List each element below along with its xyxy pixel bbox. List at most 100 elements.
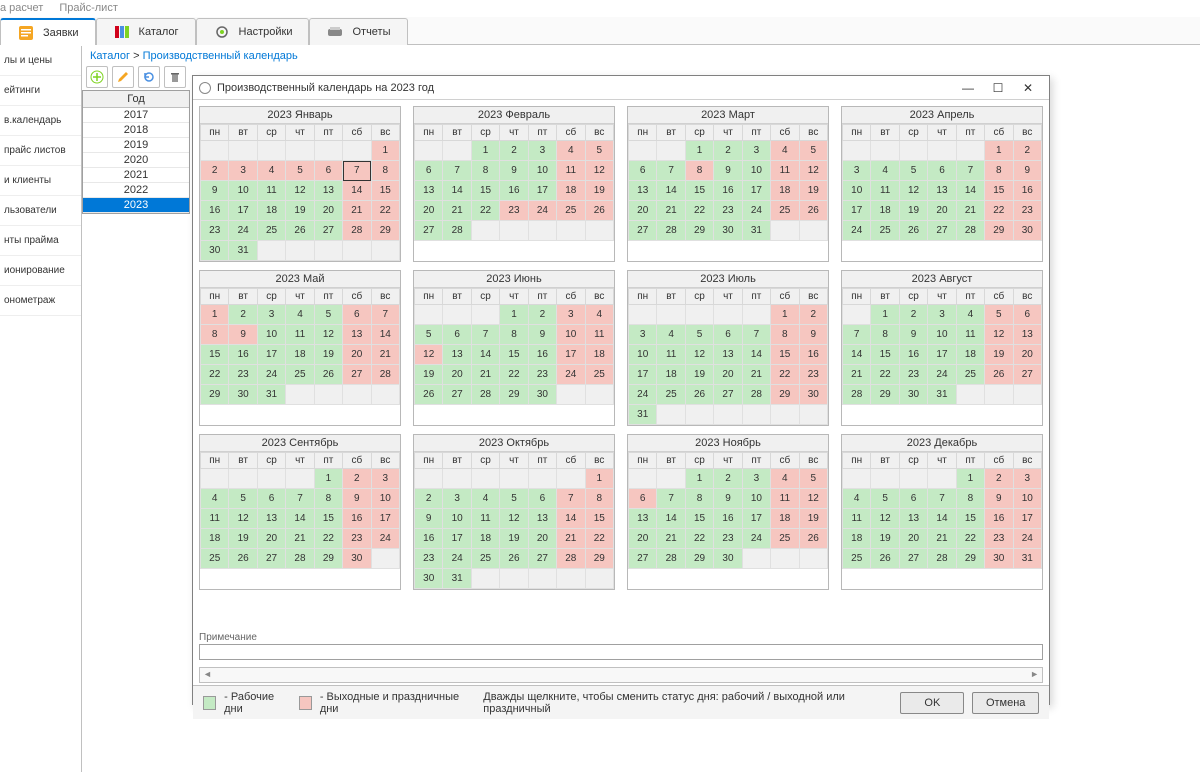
day-cell[interactable]: 13 — [629, 181, 657, 201]
day-cell[interactable]: 22 — [201, 365, 229, 385]
day-cell[interactable]: 4 — [871, 161, 899, 181]
day-cell[interactable]: 6 — [629, 161, 657, 181]
day-cell[interactable]: 2 — [985, 469, 1013, 489]
day-cell[interactable]: 28 — [928, 549, 956, 569]
breadcrumb-page[interactable]: Производственный календарь — [143, 50, 298, 62]
day-cell[interactable]: 31 — [443, 569, 471, 589]
sidebar-item[interactable]: прайс листов — [0, 136, 81, 166]
sidebar-item[interactable]: ионирование — [0, 256, 81, 286]
day-cell[interactable]: 12 — [286, 181, 314, 201]
day-cell[interactable]: 9 — [201, 181, 229, 201]
sidebar-item[interactable]: в.календарь — [0, 106, 81, 136]
day-cell[interactable]: 8 — [500, 325, 528, 345]
day-cell[interactable]: 23 — [899, 365, 927, 385]
day-cell[interactable]: 31 — [229, 241, 257, 261]
day-cell[interactable]: 24 — [557, 365, 585, 385]
day-cell[interactable]: 4 — [201, 489, 229, 509]
day-cell[interactable]: 15 — [585, 509, 613, 529]
menu-item[interactable]: а расчет — [0, 2, 43, 17]
day-cell[interactable]: 1 — [500, 305, 528, 325]
day-cell[interactable]: 13 — [314, 181, 342, 201]
day-cell[interactable]: 20 — [343, 345, 371, 365]
day-cell[interactable]: 17 — [229, 201, 257, 221]
day-cell[interactable]: 24 — [742, 529, 770, 549]
day-cell[interactable]: 22 — [500, 365, 528, 385]
day-cell[interactable]: 12 — [229, 509, 257, 529]
day-cell[interactable]: 12 — [314, 325, 342, 345]
day-cell[interactable]: 24 — [629, 385, 657, 405]
day-cell[interactable]: 1 — [471, 141, 499, 161]
sidebar-item[interactable]: льзователи — [0, 196, 81, 226]
day-cell[interactable]: 2 — [229, 305, 257, 325]
day-cell[interactable]: 3 — [742, 141, 770, 161]
day-cell[interactable]: 26 — [799, 529, 827, 549]
day-cell[interactable]: 5 — [286, 161, 314, 181]
day-cell[interactable]: 21 — [657, 201, 685, 221]
day-cell[interactable]: 8 — [771, 325, 799, 345]
day-cell[interactable]: 30 — [985, 549, 1013, 569]
day-cell[interactable]: 13 — [415, 181, 443, 201]
day-cell[interactable]: 9 — [415, 509, 443, 529]
day-cell[interactable]: 26 — [415, 385, 443, 405]
day-cell[interactable]: 18 — [843, 529, 871, 549]
tab-settings[interactable]: Настройки — [196, 18, 310, 45]
day-cell[interactable]: 13 — [343, 325, 371, 345]
day-cell[interactable]: 28 — [843, 385, 871, 405]
day-cell[interactable]: 6 — [415, 161, 443, 181]
day-cell[interactable]: 29 — [985, 221, 1013, 241]
day-cell[interactable]: 3 — [629, 325, 657, 345]
day-cell[interactable]: 6 — [314, 161, 342, 181]
day-cell[interactable]: 10 — [557, 325, 585, 345]
day-cell[interactable]: 12 — [899, 181, 927, 201]
day-cell[interactable]: 9 — [714, 161, 742, 181]
day-cell[interactable]: 21 — [956, 201, 984, 221]
day-cell[interactable]: 18 — [771, 181, 799, 201]
day-cell[interactable]: 10 — [928, 325, 956, 345]
day-cell[interactable]: 22 — [585, 529, 613, 549]
day-cell[interactable]: 15 — [685, 181, 713, 201]
day-cell[interactable]: 22 — [471, 201, 499, 221]
day-cell[interactable]: 14 — [928, 509, 956, 529]
day-cell[interactable]: 25 — [657, 385, 685, 405]
note-input[interactable] — [199, 644, 1043, 660]
breadcrumb-root[interactable]: Каталог — [90, 50, 130, 62]
day-cell[interactable]: 12 — [585, 161, 613, 181]
day-cell[interactable]: 23 — [985, 529, 1013, 549]
day-cell[interactable]: 26 — [799, 201, 827, 221]
day-cell[interactable]: 30 — [229, 385, 257, 405]
day-cell[interactable]: 10 — [629, 345, 657, 365]
day-cell[interactable]: 17 — [557, 345, 585, 365]
horizontal-scrollbar[interactable] — [199, 667, 1043, 683]
day-cell[interactable]: 6 — [443, 325, 471, 345]
day-cell[interactable]: 29 — [685, 221, 713, 241]
day-cell[interactable]: 19 — [415, 365, 443, 385]
day-cell[interactable]: 18 — [201, 529, 229, 549]
day-cell[interactable]: 17 — [629, 365, 657, 385]
day-cell[interactable]: 10 — [742, 489, 770, 509]
day-cell[interactable]: 9 — [714, 489, 742, 509]
day-cell[interactable]: 10 — [742, 161, 770, 181]
day-cell[interactable]: 15 — [771, 345, 799, 365]
day-cell[interactable]: 15 — [471, 181, 499, 201]
day-cell[interactable]: 18 — [286, 345, 314, 365]
day-cell[interactable]: 25 — [843, 549, 871, 569]
day-cell[interactable]: 29 — [871, 385, 899, 405]
day-cell[interactable]: 24 — [528, 201, 556, 221]
day-cell[interactable]: 3 — [229, 161, 257, 181]
day-cell[interactable]: 14 — [443, 181, 471, 201]
day-cell[interactable]: 20 — [899, 529, 927, 549]
cancel-button[interactable]: Отмена — [972, 692, 1039, 714]
day-cell[interactable]: 4 — [557, 141, 585, 161]
day-cell[interactable]: 24 — [742, 201, 770, 221]
day-cell[interactable]: 17 — [371, 509, 399, 529]
day-cell[interactable]: 25 — [557, 201, 585, 221]
day-cell[interactable]: 7 — [928, 489, 956, 509]
day-cell[interactable]: 7 — [742, 325, 770, 345]
day-cell[interactable]: 1 — [201, 305, 229, 325]
day-cell[interactable]: 10 — [1013, 489, 1041, 509]
edit-button[interactable] — [112, 66, 134, 88]
day-cell[interactable]: 20 — [1013, 345, 1041, 365]
day-cell[interactable]: 7 — [657, 489, 685, 509]
day-cell[interactable]: 11 — [657, 345, 685, 365]
day-cell[interactable]: 13 — [928, 181, 956, 201]
